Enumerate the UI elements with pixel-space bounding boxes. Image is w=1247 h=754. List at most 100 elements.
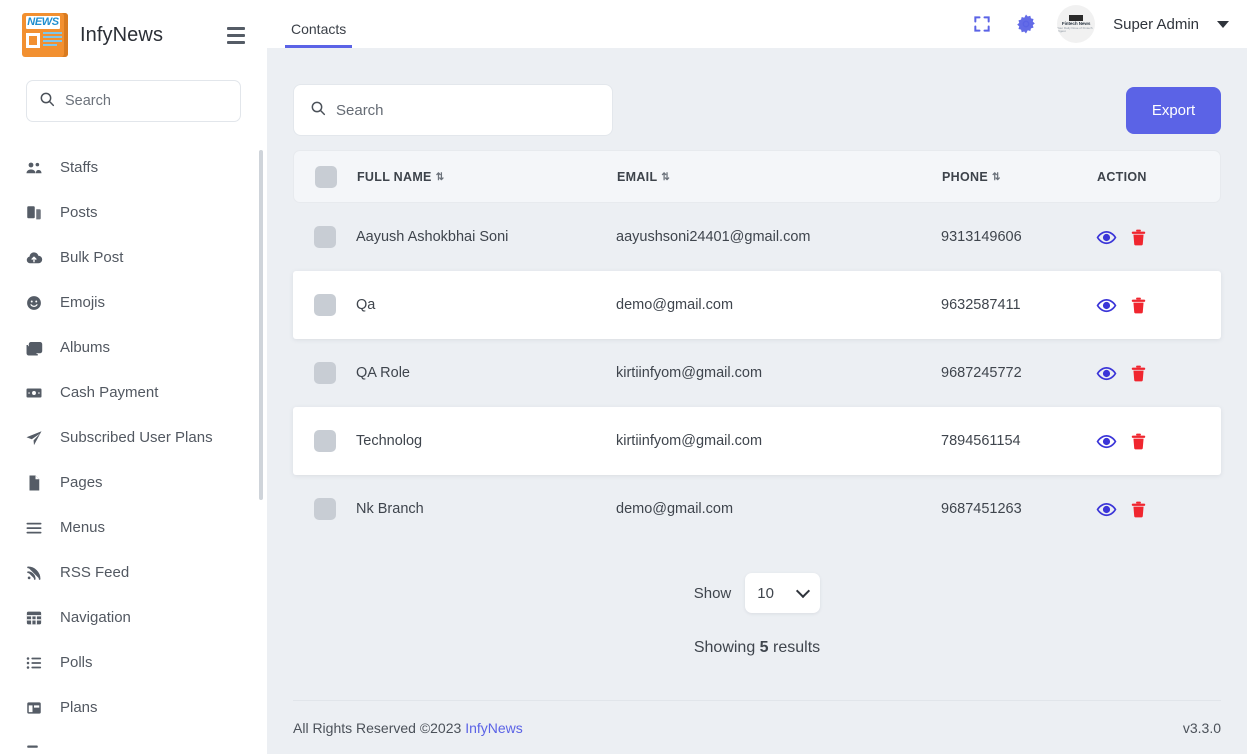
row-select-cell: [293, 226, 356, 248]
eye-icon[interactable]: [1096, 295, 1117, 316]
sidebar-search-box[interactable]: [26, 80, 241, 122]
avatar[interactable]: Fintech News Your Daily Dose of Fintech …: [1057, 5, 1096, 43]
trash-icon[interactable]: [1129, 295, 1148, 316]
fullscreen-icon[interactable]: [969, 11, 995, 37]
trash-icon[interactable]: [1129, 363, 1148, 384]
trash-icon[interactable]: [1129, 431, 1148, 452]
hamburger-icon[interactable]: [227, 23, 253, 48]
table-row[interactable]: Nk Branch demo@gmail.com 9687451263: [293, 475, 1221, 543]
cell-action: [1096, 363, 1221, 384]
sidebar-item-partial-top[interactable]: [0, 134, 267, 145]
row-checkbox[interactable]: [313, 498, 336, 520]
row-checkbox[interactable]: [313, 430, 336, 452]
brand: NEWS InfyNews: [0, 0, 267, 70]
table-row[interactable]: Aayush Ashokbhai Soni aayushsoni24401@gm…: [293, 203, 1221, 271]
sidebar-item-pages[interactable]: Pages: [0, 460, 267, 505]
partial-item-bottom-icon: [24, 743, 44, 754]
sidebar-item-label: Bulk Post: [60, 249, 124, 266]
avatar-mark: [1069, 14, 1084, 21]
cell-phone: 7894561154: [941, 433, 1021, 449]
contacts-search-input[interactable]: [336, 101, 596, 119]
cell-full-name: Technolog: [356, 433, 423, 449]
sort-icon[interactable]: ⇅: [661, 172, 670, 183]
export-button[interactable]: Export: [1126, 86, 1221, 134]
cell-full-name: Nk Branch: [356, 501, 424, 517]
cell-full-name: Qa: [356, 297, 376, 313]
contacts-table: FULL NAME ⇅ EMAIL ⇅ PHONE ⇅ ACTION Aayush A…: [293, 150, 1221, 543]
row-checkbox[interactable]: [313, 362, 336, 384]
sidebar-search-wrap: [0, 70, 267, 134]
cell-phone: 9632587411: [941, 297, 1021, 313]
table-header-row: FULL NAME ⇅ EMAIL ⇅ PHONE ⇅ ACTION: [293, 150, 1221, 203]
sidebar-item-rss-feed[interactable]: RSS Feed: [0, 550, 267, 595]
main-area: Contacts Fintech News Your Daily Dose of…: [267, 0, 1247, 754]
chevron-down-icon: [796, 583, 811, 599]
eye-icon[interactable]: [1096, 363, 1117, 384]
trash-icon[interactable]: [1129, 227, 1148, 248]
cell-action: [1096, 499, 1221, 520]
header-action: ACTION: [1097, 170, 1220, 184]
tab-contacts[interactable]: Contacts: [285, 21, 353, 48]
sidebar-item-posts[interactable]: Posts: [0, 190, 267, 235]
sidebar-search-input[interactable]: [65, 93, 228, 109]
sidebar-item-subscribed-user-plans[interactable]: Subscribed User Plans: [0, 415, 267, 460]
topbar: Contacts Fintech News Your Daily Dose of…: [267, 0, 1247, 48]
show-label: Show: [693, 584, 732, 602]
select-all-checkbox[interactable]: [314, 165, 337, 188]
sidebar-item-emojis[interactable]: Emojis: [0, 280, 267, 325]
cloud-upload-icon: [24, 248, 44, 268]
user-name[interactable]: Super Admin: [1113, 16, 1199, 33]
sidebar-item-label: Navigation: [60, 609, 131, 626]
sort-icon[interactable]: ⇅: [992, 172, 1001, 183]
header-full-name[interactable]: FULL NAME ⇅: [357, 170, 617, 184]
sidebar-item-bulk-post[interactable]: Bulk Post: [0, 235, 267, 280]
cell-action: [1096, 431, 1221, 452]
cell-email: demo@gmail.com: [616, 297, 734, 313]
sidebar-item-albums[interactable]: Albums: [0, 325, 267, 370]
sidebar-item-navigation[interactable]: Navigation: [0, 595, 267, 640]
sidebar-item-label: Pages: [60, 474, 103, 491]
header-email[interactable]: EMAIL ⇅: [617, 170, 942, 184]
sidebar-item-label: RSS Feed: [60, 564, 130, 581]
cell-phone: 9313149606: [941, 229, 1022, 245]
cell-action: [1096, 295, 1221, 316]
eye-icon[interactable]: [1096, 227, 1117, 248]
header-phone[interactable]: PHONE ⇅: [942, 170, 1097, 184]
sort-icon[interactable]: ⇅: [436, 172, 445, 183]
trash-icon[interactable]: [1129, 499, 1148, 520]
results-suffix: results: [773, 639, 821, 656]
footer-link[interactable]: InfyNews: [465, 720, 523, 736]
gear-icon[interactable]: [1013, 11, 1039, 37]
logo-lines: [43, 32, 62, 48]
header-select-all-cell: [294, 165, 357, 188]
row-checkbox[interactable]: [313, 226, 336, 248]
sidebar-item-label: Albums: [60, 339, 111, 356]
sidebar-item-partial-bottom[interactable]: [0, 730, 267, 754]
money-bill-icon: [24, 383, 44, 403]
eye-icon[interactable]: [1096, 431, 1117, 452]
table-row[interactable]: Technolog kirtiinfyom@gmail.com 78945611…: [293, 407, 1221, 475]
contacts-search-box[interactable]: [293, 84, 613, 136]
header-phone-label: PHONE: [942, 169, 988, 184]
row-checkbox[interactable]: [313, 294, 336, 316]
sidebar-scrollbar[interactable]: [259, 150, 263, 500]
table-row[interactable]: QA Role kirtiinfyom@gmail.com 9687245772: [293, 339, 1221, 407]
sidebar-item-cash-payment[interactable]: Cash Payment: [0, 370, 267, 415]
sidebar-item-polls[interactable]: Polls: [0, 640, 267, 685]
paper-plane-icon: [24, 428, 44, 448]
news-logo-icon: NEWS: [22, 13, 68, 57]
page-size-select[interactable]: 10: [745, 573, 821, 613]
table-row[interactable]: Qa demo@gmail.com 9632587411: [293, 271, 1221, 339]
sidebar-item-staffs[interactable]: Staffs: [0, 145, 267, 190]
sidebar: NEWS InfyNews Search Staffs Posts Bulk P…: [0, 0, 267, 754]
cell-full-name: Aayush Ashokbhai Soni: [356, 229, 509, 245]
cell-phone: 9687245772: [941, 365, 1022, 381]
chevron-down-icon[interactable]: [1217, 20, 1229, 28]
eye-icon[interactable]: [1096, 499, 1117, 520]
sidebar-item-label: Subscribed User Plans: [60, 429, 213, 446]
sidebar-item-plans[interactable]: Plans: [0, 685, 267, 730]
search-icon: [310, 100, 326, 121]
sidebar-item-menus[interactable]: Menus: [0, 505, 267, 550]
page-size-value: 10: [757, 584, 774, 602]
sidebar-item-label: Menus: [60, 519, 106, 536]
